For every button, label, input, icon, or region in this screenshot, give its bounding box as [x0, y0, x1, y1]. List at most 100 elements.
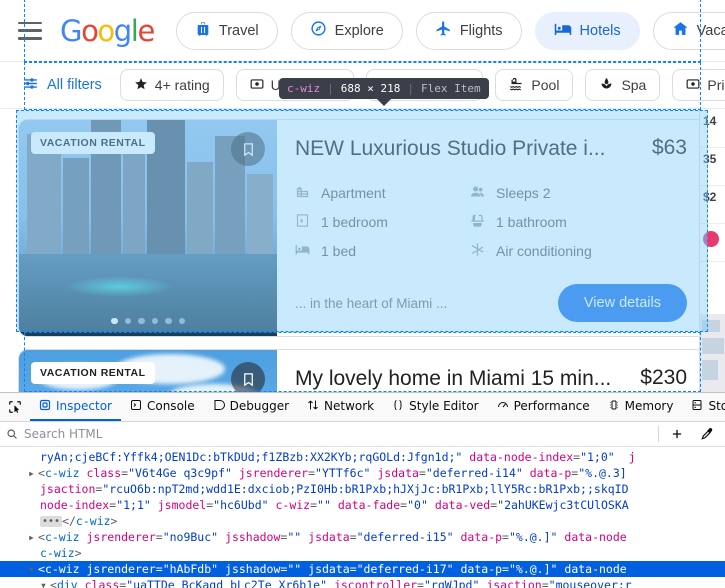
carousel-dot[interactable] [152, 318, 159, 325]
carousel-dot[interactable] [179, 318, 186, 325]
google-logo[interactable]: Google [60, 14, 154, 48]
markup-token: data-p [530, 466, 572, 480]
markup-line[interactable]: •••</c-wiz> [0, 513, 725, 529]
result-footer-1: ... in the heart of Miami ... View detai… [295, 284, 687, 322]
markup-line[interactable]: node-index="1;1" jsmodel="hc6Ubd" c-wiz=… [0, 497, 725, 513]
result-title-2[interactable]: My lovely home in Miami 15 min... [295, 366, 611, 392]
markup-token: c-wiz [76, 514, 111, 528]
panel-row[interactable]: 14 [700, 110, 725, 148]
bookmark-icon[interactable] [231, 132, 265, 166]
markup-token: "hc6Ubd" [213, 498, 268, 512]
markup-token: node-index [40, 498, 109, 512]
markup-line[interactable]: ▾<c-wiz jsrenderer="hAbFdb" jsshadow="" … [0, 561, 725, 577]
top-navigation-bar: Google Travel Explore Flights Hotels Vac… [0, 0, 725, 62]
result-title-1[interactable]: NEW Luxurious Studio Private i... [295, 136, 605, 162]
tooltip-layout-type: Flex Item [421, 82, 481, 95]
markup-token [232, 466, 239, 480]
mini-map[interactable] [700, 314, 725, 392]
markup-token: c-wiz [45, 562, 80, 576]
markup-token: = [417, 578, 424, 588]
amenity-label: Air conditioning [496, 243, 592, 259]
markup-token [78, 578, 85, 588]
devtools-tab-network[interactable]: Network [298, 393, 383, 421]
markup-line[interactable]: jsaction="rcuO6b:npT2md;wdd1E:dxciob;PzI… [0, 481, 725, 497]
markup-token: "deferred-i15" [357, 530, 454, 544]
markup-token [615, 450, 629, 464]
filter-chip-pool[interactable]: Pool [495, 69, 573, 101]
all-filters-button[interactable]: All filters [22, 75, 108, 96]
nav-chip-hotels[interactable]: Hotels [535, 12, 640, 50]
markup-token: c-wiz [45, 466, 80, 480]
nav-chip-vacation-rentals[interactable]: Vacation rentals [653, 12, 725, 50]
markup-token: jsdata [308, 530, 350, 544]
carousel-dot[interactable] [165, 318, 172, 325]
markup-line[interactable]: ▸<c-wiz jsrenderer="no9Buc" jsshadow="" … [0, 529, 725, 545]
devtools-tab-console[interactable]: Console [121, 393, 204, 421]
devtools-tab-memory[interactable]: Memory [599, 393, 683, 421]
result-header-1: NEW Luxurious Studio Private i... $63 [295, 136, 687, 162]
filter-chip-price-2[interactable]: Price [672, 69, 725, 101]
panel-row[interactable]: 35 [700, 148, 725, 186]
devtools-tab-debugger[interactable]: Debugger [204, 393, 298, 421]
result-card-1[interactable]: VACATION RENTAL NEW Luxurious Studio Pri… [18, 119, 706, 337]
panel-row[interactable]: $2 [700, 186, 725, 224]
carousel-dot[interactable] [111, 318, 118, 325]
tooltip-dimensions: 688 × 218 [341, 82, 401, 95]
markup-line[interactable]: c-wiz> [0, 545, 725, 561]
tooltip-separator: | [407, 82, 414, 95]
filter-chip-rating[interactable]: 4+ rating [120, 69, 224, 101]
nav-chip-explore[interactable]: Explore [291, 12, 403, 50]
hamburger-menu-icon[interactable] [18, 22, 42, 40]
bookmark-icon[interactable] [231, 362, 265, 392]
markup-line[interactable]: ▸<c-wiz class="V6t4Ge q3c9pf" jsrenderer… [0, 465, 725, 481]
map-pin-icon[interactable] [703, 231, 719, 247]
panel-row[interactable] [700, 224, 725, 262]
panel-price: $2 [703, 190, 716, 204]
twisty-closed-icon[interactable]: ▸ [28, 465, 38, 481]
markup-token: "" [287, 530, 301, 544]
markup-token: jsrenderer [87, 562, 156, 576]
markup-token: = [502, 530, 509, 544]
search-input[interactable] [24, 427, 652, 441]
result-photo-1[interactable]: VACATION RENTAL [19, 120, 277, 336]
hotel-bed-icon [554, 20, 572, 42]
devtools-tab-inspector[interactable]: Inspector [30, 393, 121, 421]
map-side-panel[interactable]: 14 35 $2 [699, 110, 725, 392]
panel-price: 35 [703, 152, 716, 166]
eyedropper-icon[interactable] [695, 424, 719, 444]
amenity-sleeps: Sleeps 2 [470, 184, 687, 202]
carousel-dot[interactable] [125, 318, 132, 325]
devtools-tab-label: Debugger [230, 399, 289, 413]
nav-chip-label: Explore [335, 23, 384, 39]
markup-token [151, 498, 158, 512]
markup-line[interactable]: ▾<div class="uaTTDe BcKagd bLc2Te Xr6b1e… [0, 577, 725, 588]
markup-token: jsaction [40, 482, 95, 496]
photo-carousel-dots[interactable] [19, 318, 277, 325]
add-node-button[interactable] [665, 424, 689, 444]
devtools-tab-label: Inspector [56, 399, 112, 413]
view-details-button[interactable]: View details [558, 284, 687, 322]
results-list: VACATION RENTAL NEW Luxurious Studio Pri… [0, 109, 725, 391]
markup-token [454, 530, 461, 544]
markup-token [454, 562, 461, 576]
devtools-tab-style-editor[interactable]: Style Editor [383, 393, 487, 421]
nav-chip-flights[interactable]: Flights [416, 12, 522, 50]
carousel-dot[interactable] [138, 318, 145, 325]
amenity-beds: 1 bed [295, 242, 460, 260]
twisty-closed-icon[interactable]: ▸ [28, 529, 38, 545]
twisty-open-icon[interactable]: ▾ [28, 561, 38, 577]
devtools-tab-performance[interactable]: Performance [488, 393, 599, 421]
result-photo-2[interactable]: VACATION RENTAL [19, 350, 277, 392]
price-tag-icon [686, 77, 700, 94]
element-picker-icon[interactable] [0, 393, 30, 421]
devtools-markup-view[interactable]: ryAn;cjeBCf:Yffk4;OEN1Dc:bTkDUd;f1ZBzb:X… [0, 447, 725, 588]
filter-chip-spa[interactable]: Spa [585, 69, 660, 101]
result-card-2[interactable]: VACATION RENTAL My lovely home in Miami … [18, 349, 706, 392]
nav-chip-travel[interactable]: Travel [176, 12, 278, 50]
devtools-tab-storage[interactable]: Storage [682, 393, 725, 421]
amenity-label: 1 bathroom [496, 214, 567, 230]
twisty-open-icon[interactable]: ▾ [40, 577, 50, 588]
markup-line[interactable]: ryAn;cjeBCf:Yffk4;OEN1Dc:bTkDUd;f1ZBzb:X… [0, 449, 725, 465]
amenity-label: 1 bedroom [321, 214, 388, 230]
devtools-search-row [0, 422, 725, 447]
